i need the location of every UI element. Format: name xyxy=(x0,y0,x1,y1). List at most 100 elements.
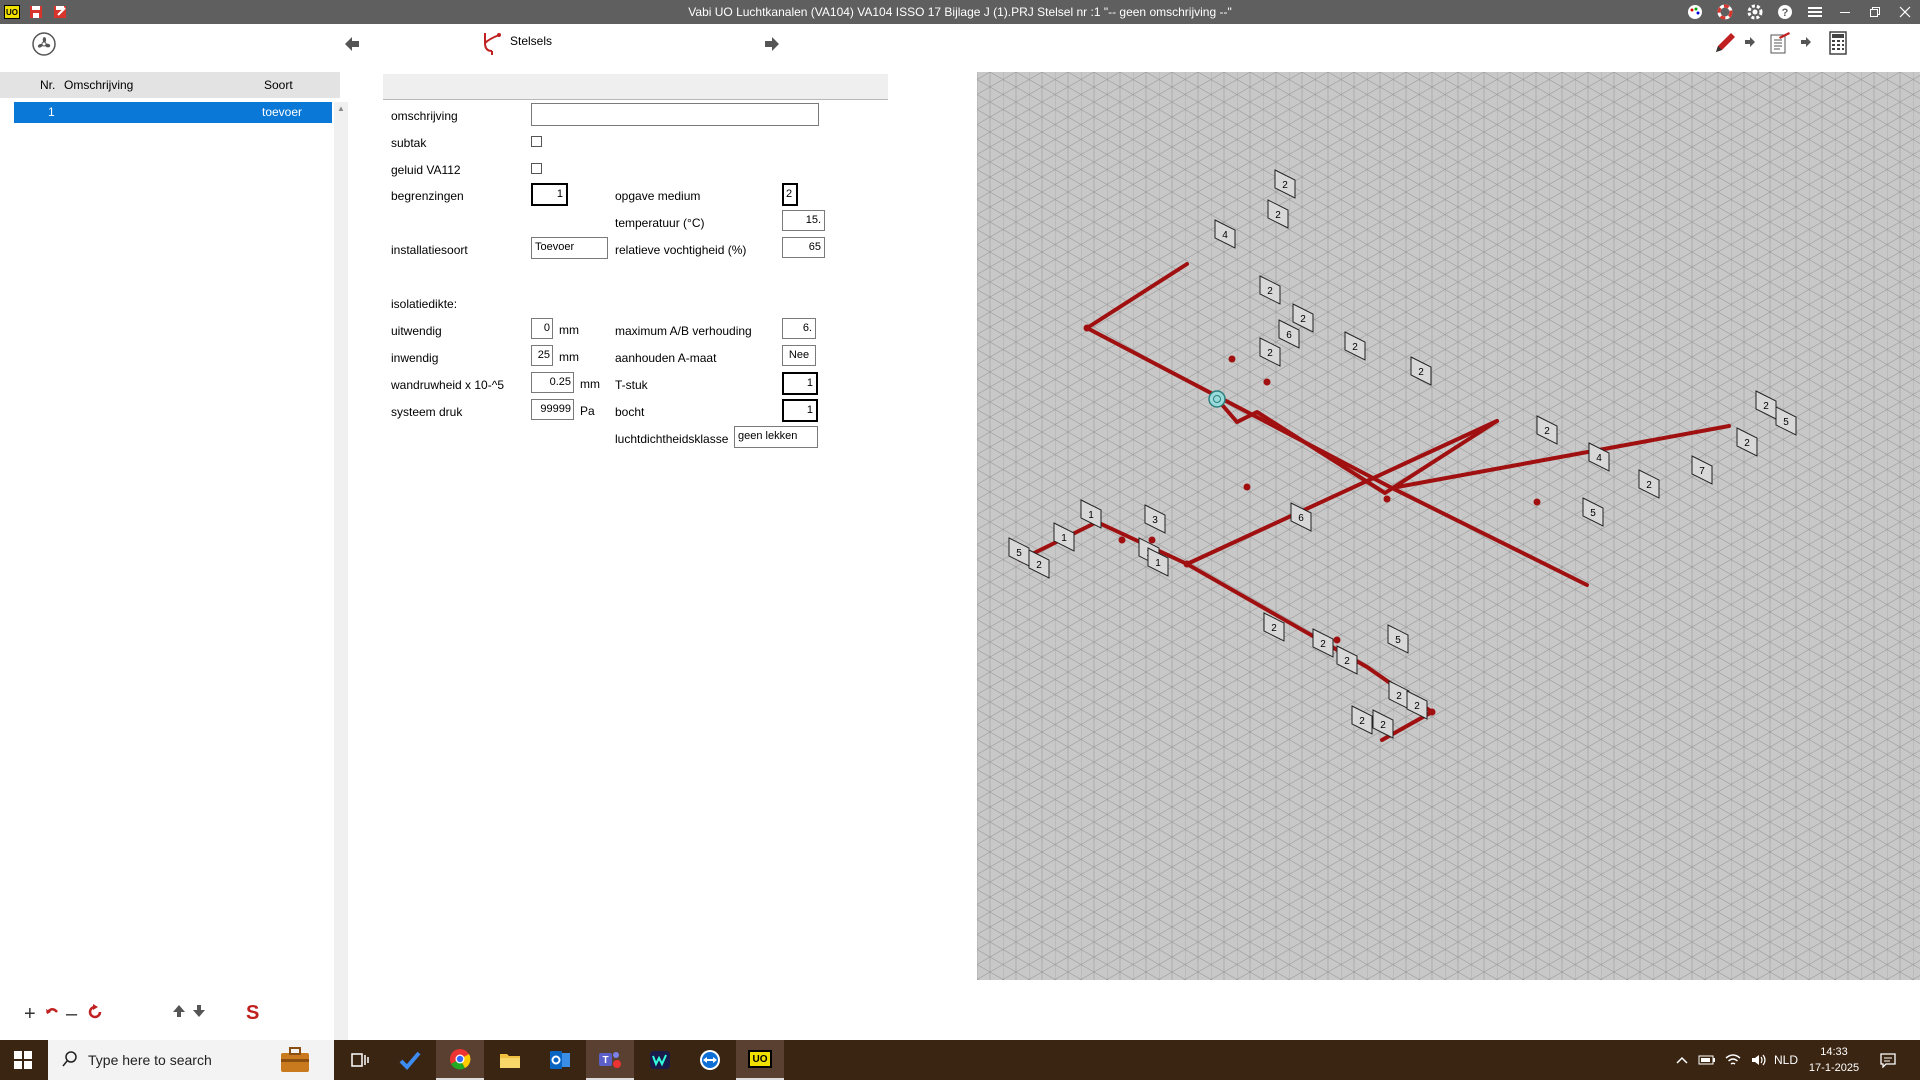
settings-icon[interactable] xyxy=(1740,0,1770,24)
lifebuoy-icon[interactable] xyxy=(1710,0,1740,24)
restore-button[interactable] xyxy=(1860,0,1890,24)
omschrijving-input[interactable] xyxy=(531,103,819,126)
vochtigheid-input[interactable]: 65 xyxy=(782,237,825,258)
duct-fitting[interactable] xyxy=(1428,708,1436,716)
duct-fitting[interactable] xyxy=(1148,536,1156,544)
uitwendig-input[interactable]: 0 xyxy=(531,318,553,339)
duct-fitting[interactable] xyxy=(1383,495,1391,503)
temperatuur-input[interactable]: 15. xyxy=(782,210,825,231)
list-row[interactable]: 1 toevoer xyxy=(14,102,332,123)
row-nr: 1 xyxy=(48,105,55,119)
undo-red-icon[interactable] xyxy=(44,1003,60,1026)
task-view-icon[interactable] xyxy=(336,1040,384,1080)
clock[interactable]: 14:33 17-1-2025 xyxy=(1802,1044,1866,1076)
stelsels-icon[interactable] xyxy=(478,28,506,56)
save-icon[interactable] xyxy=(28,4,44,20)
stelsels-label[interactable]: Stelsels xyxy=(510,34,552,48)
fan-source-icon[interactable] xyxy=(1208,390,1226,408)
duct-fitting[interactable] xyxy=(1263,378,1271,386)
wifi-icon[interactable] xyxy=(1724,1040,1742,1080)
chrome-icon[interactable] xyxy=(436,1040,484,1080)
duct-tag-label: 1 xyxy=(1088,510,1094,521)
remove-icon[interactable]: – xyxy=(66,1003,77,1025)
close-button[interactable] xyxy=(1890,0,1920,24)
list-scrollbar[interactable]: ▲ ▼ xyxy=(334,102,348,1070)
tray-chevron-icon[interactable] xyxy=(1676,1040,1688,1080)
duct-fitting[interactable] xyxy=(1228,355,1236,363)
webex-icon[interactable] xyxy=(636,1040,684,1080)
taskbar-search[interactable]: Type here to search xyxy=(48,1040,334,1080)
bocht-input[interactable]: 1 xyxy=(782,399,818,422)
opgave-medium-input[interactable]: 2 xyxy=(782,183,798,206)
duct-fitting[interactable] xyxy=(1118,536,1126,544)
duct-network-svg[interactable]: 224226222242525276311115222252222 xyxy=(977,72,1920,980)
palette-icon[interactable] xyxy=(1680,0,1710,24)
teamviewer-icon[interactable] xyxy=(686,1040,734,1080)
volume-icon[interactable] xyxy=(1750,1040,1768,1080)
subtak-checkbox[interactable] xyxy=(531,136,542,147)
add-icon[interactable]: + xyxy=(24,1003,36,1025)
column-header-omschrijving[interactable]: Omschrijving xyxy=(64,78,133,92)
wandruwheid-input[interactable]: 0.25 xyxy=(531,372,574,393)
column-header-nr[interactable]: Nr. xyxy=(40,78,55,92)
column-header-soort[interactable]: Soort xyxy=(264,78,293,92)
menu-icon[interactable] xyxy=(1800,0,1830,24)
uo-app-icon[interactable]: UO xyxy=(736,1040,784,1080)
list-header: Nr. Omschrijving Soort xyxy=(0,72,340,98)
pencil-icon[interactable] xyxy=(1710,28,1740,58)
isometric-duct-drawing[interactable]: 224226222242525276311115222252222 xyxy=(977,72,1920,980)
duct-fitting[interactable] xyxy=(1533,498,1541,506)
duct-tag-label: 2 xyxy=(1352,342,1358,353)
geluid-label: geluid VA112 xyxy=(391,163,461,177)
fan-icon[interactable] xyxy=(30,30,58,58)
small-arrow-icon[interactable] xyxy=(1742,32,1758,52)
row-soort: toevoer xyxy=(262,105,303,119)
wandruwheid-unit: mm xyxy=(580,377,600,391)
title-bar: Vabi UO Luchtkanalen (VA104) VA104 ISSO … xyxy=(0,0,1920,24)
minimize-button[interactable] xyxy=(1830,0,1860,24)
luchtdichtheid-input[interactable]: geen lekken xyxy=(734,426,818,448)
clock-date: 17-1-2025 xyxy=(1808,1062,1860,1074)
scroll-up-icon[interactable]: ▲ xyxy=(337,104,345,113)
move-up-icon[interactable] xyxy=(172,1003,186,1025)
move-down-icon[interactable] xyxy=(192,1003,206,1025)
duct-tag-label: 5 xyxy=(1395,635,1401,646)
temperatuur-label: temperatuur (°C) xyxy=(615,216,705,230)
tstuk-input[interactable]: 1 xyxy=(782,372,818,395)
duct-fitting[interactable] xyxy=(1243,483,1251,491)
notifications-icon[interactable] xyxy=(1880,1040,1896,1080)
calculator-icon[interactable] xyxy=(1824,28,1852,58)
windows-start-icon[interactable] xyxy=(0,1040,46,1080)
duct-tag-label: 2 xyxy=(1267,286,1273,297)
report-icon[interactable] xyxy=(1766,28,1794,58)
sort-s-icon[interactable]: S xyxy=(246,1002,259,1024)
previous-arrow-icon[interactable] xyxy=(340,32,364,56)
briefcase-icon xyxy=(280,1047,310,1076)
duct-tag-label: 2 xyxy=(1763,401,1769,412)
teams-icon[interactable]: T xyxy=(586,1040,634,1080)
duct-tag-label: 2 xyxy=(1544,426,1550,437)
duct-fitting[interactable] xyxy=(1333,636,1341,644)
small-arrow-icon-2[interactable] xyxy=(1798,32,1814,52)
language-indicator[interactable]: NLD xyxy=(1774,1040,1798,1080)
help-icon[interactable]: ? xyxy=(1770,0,1800,24)
battery-icon[interactable] xyxy=(1698,1040,1716,1080)
duct-fitting[interactable] xyxy=(1083,324,1091,332)
systeem-druk-input[interactable]: 99999 xyxy=(531,399,574,420)
aanhouden-input[interactable]: Nee xyxy=(782,345,816,366)
next-arrow-icon[interactable] xyxy=(760,32,784,56)
search-placeholder: Type here to search xyxy=(88,1052,212,1068)
installatiesoort-input[interactable]: Toevoer xyxy=(531,237,608,259)
todo-icon[interactable] xyxy=(386,1040,434,1080)
refresh-icon[interactable] xyxy=(86,1003,104,1028)
outlook-icon[interactable] xyxy=(536,1040,584,1080)
max-ab-input[interactable]: 6. xyxy=(782,318,816,339)
form-header xyxy=(383,74,888,100)
save-as-icon[interactable] xyxy=(52,4,68,20)
inwendig-input[interactable]: 25 xyxy=(531,345,553,366)
duct-fitting[interactable] xyxy=(1183,560,1191,568)
duct-tag-label: 6 xyxy=(1298,513,1304,524)
begrenzingen-input[interactable]: 1 xyxy=(531,183,568,206)
file-explorer-icon[interactable] xyxy=(486,1040,534,1080)
geluid-checkbox[interactable] xyxy=(531,163,542,174)
